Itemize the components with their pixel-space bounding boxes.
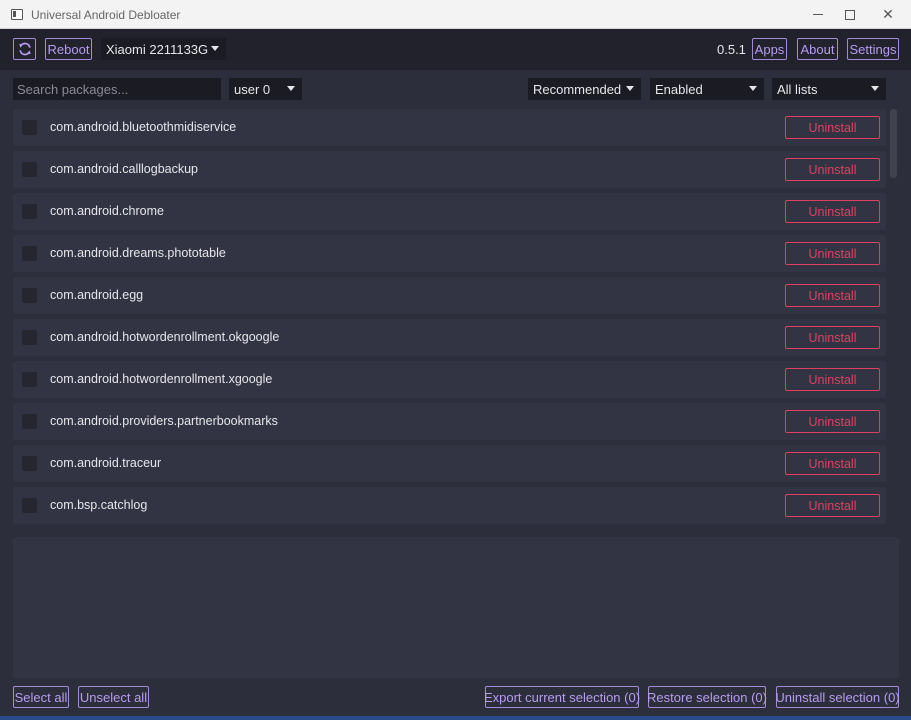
package-row[interactable]: com.android.bluetoothmidiservice Uninsta… (13, 109, 886, 146)
package-name: com.bsp.catchlog (50, 498, 148, 512)
chevron-down-icon (211, 46, 219, 51)
package-row[interactable]: com.bsp.catchlog Uninstall (13, 487, 886, 524)
package-row[interactable]: com.android.dreams.phototable Uninstall (13, 235, 886, 272)
select-all-button[interactable]: Select all (13, 686, 69, 708)
close-button[interactable]: ✕ (868, 0, 908, 29)
device-select[interactable]: Xiaomi 2211133G (101, 38, 226, 60)
package-row[interactable]: com.android.hotwordenrollment.okgoogle U… (13, 319, 886, 356)
package-name: com.android.dreams.phototable (50, 246, 226, 260)
uninstall-selection-button[interactable]: Uninstall selection (0) (775, 686, 900, 708)
package-row[interactable]: com.android.egg Uninstall (13, 277, 886, 314)
package-row[interactable]: com.android.chrome Uninstall (13, 193, 886, 230)
device-name: Xiaomi 2211133G (106, 41, 209, 57)
desktop-taskbar-edge (0, 716, 911, 720)
package-name: com.android.hotwordenrollment.okgoogle (50, 330, 280, 344)
uninstall-button[interactable]: Uninstall (785, 494, 880, 517)
about-button[interactable]: About (797, 38, 838, 60)
apps-button[interactable]: Apps (752, 38, 787, 60)
refresh-icon (18, 42, 31, 56)
package-name: com.android.calllogbackup (50, 162, 199, 176)
package-description-panel (13, 537, 899, 678)
app-version: 0.5.1 (717, 42, 746, 57)
uninstall-button[interactable]: Uninstall (785, 158, 880, 181)
uninstall-button[interactable]: Uninstall (785, 116, 880, 139)
package-name: com.android.traceur (50, 456, 162, 470)
uninstall-button[interactable]: Uninstall (785, 410, 880, 433)
recommendation-select[interactable]: Recommended (528, 78, 641, 100)
uninstall-button[interactable]: Uninstall (785, 452, 880, 475)
package-name: com.android.egg (50, 288, 144, 302)
package-checkbox[interactable] (22, 120, 37, 135)
unselect-all-button[interactable]: Unselect all (78, 686, 149, 708)
package-row[interactable]: com.android.hotwordenrollment.xgoogle Un… (13, 361, 886, 398)
package-checkbox[interactable] (22, 372, 37, 387)
user-select[interactable]: user 0 (229, 78, 302, 100)
settings-button[interactable]: Settings (847, 38, 899, 60)
package-checkbox[interactable] (22, 162, 37, 177)
search-input[interactable] (13, 78, 221, 100)
uninstall-button[interactable]: Uninstall (785, 242, 880, 265)
package-name: com.android.hotwordenrollment.xgoogle (50, 372, 273, 386)
top-toolbar: Reboot Xiaomi 2211133G 0.5.1 Apps About … (0, 29, 911, 70)
package-checkbox[interactable] (22, 330, 37, 345)
app-window-icon (11, 9, 23, 20)
package-checkbox[interactable] (22, 246, 37, 261)
list-select[interactable]: All lists (772, 78, 886, 100)
package-row[interactable]: com.android.providers.partnerbookmarks U… (13, 403, 886, 440)
reboot-button[interactable]: Reboot (45, 38, 92, 60)
close-icon: ✕ (882, 6, 894, 22)
uninstall-button[interactable]: Uninstall (785, 368, 880, 391)
minimize-icon (813, 14, 823, 15)
recommendation-select-value: Recommended (533, 81, 622, 97)
package-name: com.android.bluetoothmidiservice (50, 120, 237, 134)
uninstall-button[interactable]: Uninstall (785, 200, 880, 223)
scrollbar-thumb[interactable] (890, 109, 897, 178)
package-name: com.android.chrome (50, 204, 164, 218)
uninstall-button[interactable]: Uninstall (785, 326, 880, 349)
state-select-value: Enabled (655, 81, 703, 97)
package-name: com.android.providers.partnerbookmarks (50, 414, 278, 428)
maximize-icon (845, 9, 855, 20)
chevron-down-icon (626, 86, 634, 91)
maximize-button[interactable] (830, 0, 870, 29)
uninstall-button[interactable]: Uninstall (785, 284, 880, 307)
title-bar: Universal Android Debloater ✕ (0, 0, 911, 29)
chevron-down-icon (871, 86, 879, 91)
package-checkbox[interactable] (22, 414, 37, 429)
package-row[interactable]: com.android.traceur Uninstall (13, 445, 886, 482)
state-select[interactable]: Enabled (650, 78, 764, 100)
restore-selection-button[interactable]: Restore selection (0) (647, 686, 767, 708)
list-select-value: All lists (777, 81, 818, 97)
chevron-down-icon (287, 86, 295, 91)
export-selection-button[interactable]: Export current selection (0) (484, 686, 640, 708)
window-title: Universal Android Debloater (31, 8, 181, 22)
package-checkbox[interactable] (22, 204, 37, 219)
package-checkbox[interactable] (22, 456, 37, 471)
package-row[interactable]: com.android.calllogbackup Uninstall (13, 151, 886, 188)
chevron-down-icon (749, 86, 757, 91)
package-checkbox[interactable] (22, 288, 37, 303)
package-checkbox[interactable] (22, 498, 37, 513)
package-list: com.android.bluetoothmidiservice Uninsta… (13, 109, 886, 528)
refresh-devices-button[interactable] (13, 38, 36, 60)
user-select-value: user 0 (234, 81, 271, 97)
